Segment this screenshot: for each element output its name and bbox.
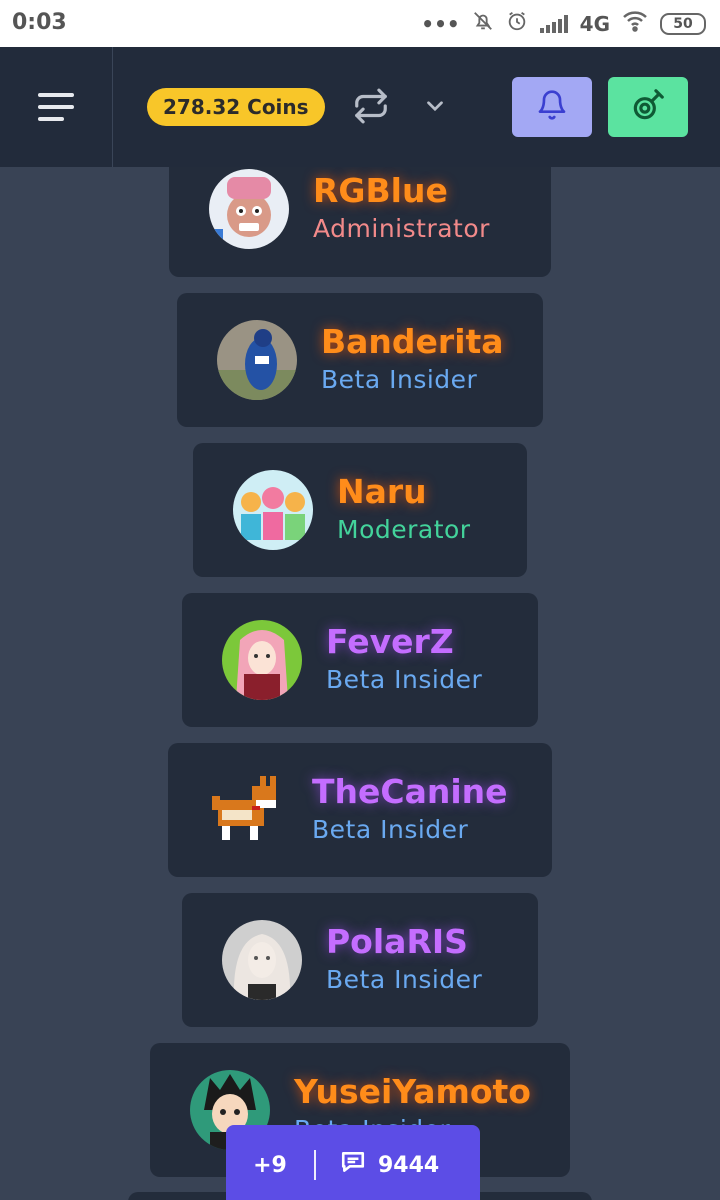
user-card[interactable]: PolaRIS Beta Insider [182, 893, 538, 1027]
user-role: Moderator [337, 515, 471, 544]
username: YuseiYamoto [294, 1072, 531, 1111]
wifi-icon [622, 10, 648, 37]
avatar [209, 168, 289, 249]
avatar [233, 470, 313, 550]
more-dots-icon: ••• [421, 11, 460, 36]
menu-icon [38, 93, 74, 121]
username: Banderita [321, 322, 504, 361]
swap-icon[interactable] [352, 87, 390, 125]
app-header: 278.32 Coins [0, 47, 720, 167]
message-count-group: 9444 [340, 1149, 439, 1181]
username: TheCanine [312, 772, 508, 811]
user-card[interactable]: FeverZ Beta Insider [182, 593, 538, 727]
coins-badge[interactable]: 278.32 Coins [147, 88, 325, 126]
avatar [208, 770, 288, 850]
user-role: Beta Insider [312, 815, 469, 844]
coin-icon [629, 86, 667, 128]
username: Naru [337, 472, 427, 511]
mute-bell-icon [472, 10, 494, 37]
battery-level: 50 [673, 15, 693, 32]
menu-button[interactable] [0, 47, 113, 167]
username: PolaRIS [326, 922, 468, 961]
bell-icon [536, 89, 568, 125]
network-type: 4G [579, 11, 610, 36]
status-icons: ••• 4G 50 [421, 10, 706, 37]
user-role: Administrator [313, 213, 490, 243]
divider [314, 1150, 316, 1180]
coin-button[interactable] [608, 77, 688, 137]
avatar [217, 320, 297, 400]
chat-bubble-icon [340, 1149, 366, 1181]
user-role: Beta Insider [321, 365, 478, 394]
battery-icon: 50 [660, 12, 706, 35]
signal-icon [539, 14, 568, 33]
alarm-icon [506, 10, 528, 37]
username: RGBlue [313, 170, 448, 210]
chevron-down-icon[interactable] [422, 93, 448, 119]
user-card[interactable]: Banderita Beta Insider [177, 293, 543, 427]
chat-button[interactable]: +9 9444 [226, 1125, 480, 1200]
avatar [222, 920, 302, 1000]
extra-count: +9 [253, 1152, 287, 1178]
message-count: 9444 [378, 1152, 440, 1178]
notifications-button[interactable] [512, 77, 592, 137]
user-card[interactable]: Naru Moderator [193, 443, 527, 577]
user-card[interactable]: TheCanine Beta Insider [168, 743, 552, 877]
avatar [222, 620, 302, 700]
status-time: 0:03 [12, 10, 67, 35]
user-role: Beta Insider [326, 965, 483, 994]
user-role: Beta Insider [326, 665, 483, 694]
username: FeverZ [326, 622, 454, 661]
status-bar: 0:03 ••• 4G 50 [0, 0, 720, 47]
